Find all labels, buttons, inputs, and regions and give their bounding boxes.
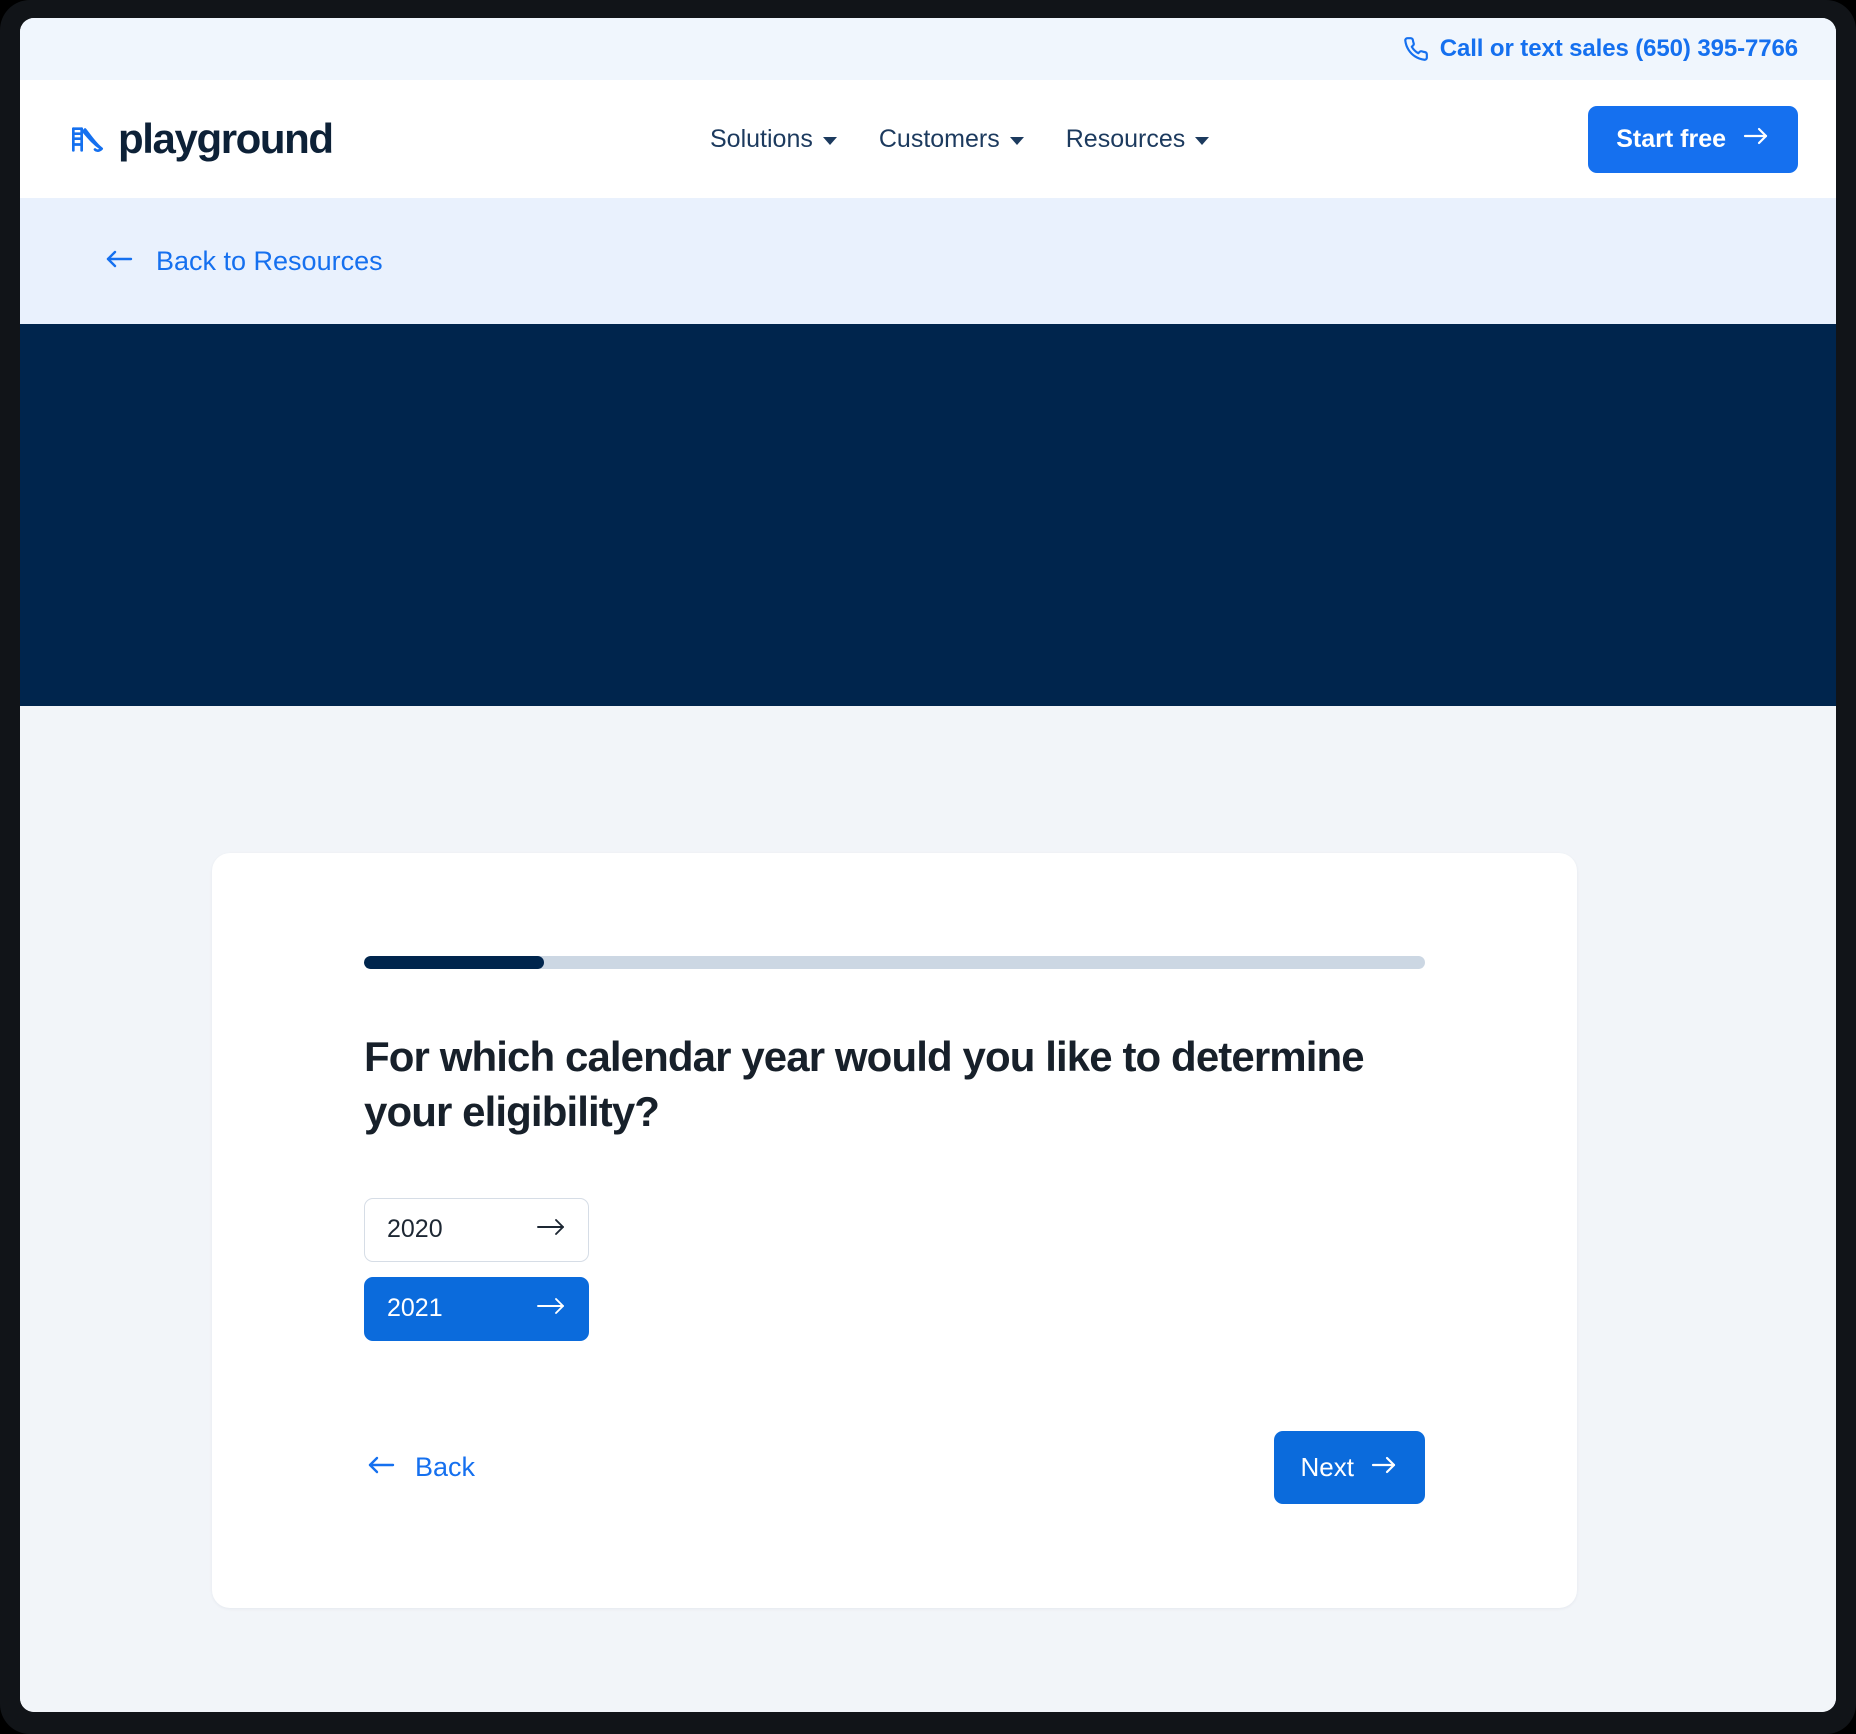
question-title: For which calendar year would you like t… [364, 1033, 1365, 1136]
nav-item-solutions-label: Solutions [710, 124, 813, 153]
back-to-resources-link[interactable]: Back to Resources [104, 246, 383, 277]
brand-name: playground [118, 115, 334, 162]
chevron-down-icon [1195, 137, 1210, 145]
content-area: For which calendar year would you like t… [20, 706, 1836, 1712]
nav-item-resources[interactable]: Resources [1066, 125, 1210, 154]
progress-bar [364, 956, 1425, 969]
start-free-button[interactable]: Start free [1588, 105, 1798, 173]
chevron-down-icon [822, 137, 837, 145]
sales-phone-text: Call or text sales (650) 395-7766 [1439, 35, 1798, 62]
answer-options: 2020 2021 [364, 1197, 1425, 1341]
option-2020[interactable]: 2020 [364, 1197, 589, 1262]
nav-links: Solutions Customers Resources [710, 125, 1210, 154]
wizard-card-body: For which calendar year would you like t… [364, 956, 1425, 1504]
wizard-next-button[interactable]: Next [1273, 1430, 1425, 1504]
arrow-right-icon [1742, 125, 1770, 154]
brand-logo-link[interactable]: playground [65, 115, 334, 163]
arrow-right-icon [1370, 1452, 1398, 1483]
wizard-card: For which calendar year would you like t… [212, 853, 1577, 1608]
wizard-footer: Back Next [364, 1430, 1425, 1504]
option-2021[interactable]: 2021 [364, 1276, 589, 1341]
breadcrumb: Back to Resources [20, 198, 1836, 324]
arrow-right-icon [536, 1294, 566, 1323]
nav-item-customers[interactable]: Customers [879, 125, 1024, 154]
nav-item-customers-label: Customers [878, 124, 1000, 153]
wizard-next-label: Next [1300, 1451, 1354, 1482]
sales-phone-link[interactable]: Call or text sales (650) 395-7766 [1403, 35, 1798, 63]
utility-bar: Call or text sales (650) 395-7766 [20, 18, 1836, 80]
progress-bar-fill [364, 956, 545, 969]
arrow-left-icon [104, 246, 134, 277]
arrow-left-icon [366, 1452, 396, 1483]
hero-banner [20, 324, 1836, 706]
browser-frame: Call or text sales (650) 395-7766 playgr… [0, 0, 1856, 1734]
option-2021-label: 2021 [387, 1294, 443, 1323]
page-viewport: Call or text sales (650) 395-7766 playgr… [20, 18, 1836, 1712]
arrow-right-icon [536, 1215, 566, 1244]
option-2020-label: 2020 [387, 1215, 443, 1244]
nav-item-resources-label: Resources [1065, 124, 1186, 153]
wizard-back-button[interactable]: Back [364, 1446, 477, 1489]
chevron-down-icon [1009, 137, 1024, 145]
wizard-back-label: Back [415, 1451, 476, 1482]
back-to-resources-label: Back to Resources [156, 245, 383, 276]
phone-icon [1403, 36, 1429, 62]
nav-item-solutions[interactable]: Solutions [710, 125, 837, 154]
start-free-label: Start free [1616, 124, 1726, 153]
playground-slide-icon [65, 117, 105, 162]
main-navigation: playground Solutions Customers Resources… [20, 80, 1836, 198]
